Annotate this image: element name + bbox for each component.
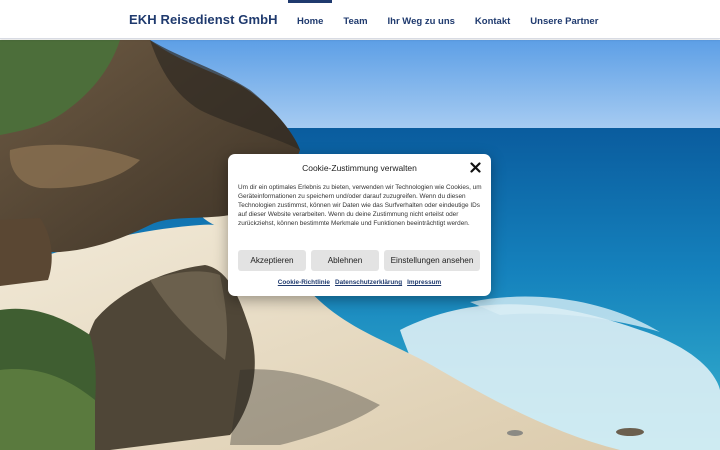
dialog-links: Cookie-Richtlinie Datenschutzerklärung I… [228,279,491,286]
dialog-title: Cookie-Zustimmung verwalten [302,163,417,173]
deny-button[interactable]: Ablehnen [311,250,379,271]
privacy-policy-link[interactable]: Datenschutzerklärung [335,279,402,286]
close-icon[interactable] [470,162,481,173]
dialog-button-row: Akzeptieren Ablehnen Einstellungen anseh… [238,250,480,271]
dialog-body-text: Um dir ein optimales Erlebnis zu bieten,… [238,184,482,227]
nav-item-partners[interactable]: Unsere Partner [521,0,607,39]
nav-item-contact[interactable]: Kontakt [466,0,519,39]
main-nav: Home Team Ihr Weg zu uns Kontakt Unsere … [288,0,607,39]
nav-item-directions[interactable]: Ihr Weg zu uns [379,0,464,39]
nav-item-team[interactable]: Team [334,0,376,39]
cookie-consent-dialog: Cookie-Zustimmung verwalten Um dir ein o… [228,154,491,296]
nav-item-home[interactable]: Home [288,0,333,39]
cookie-policy-link[interactable]: Cookie-Richtlinie [278,279,330,286]
imprint-link[interactable]: Impressum [407,279,441,286]
accept-button[interactable]: Akzeptieren [238,250,306,271]
view-settings-button[interactable]: Einstellungen ansehen [384,250,480,271]
site-header: EKH Reisedienst GmbH Home Team Ihr Weg z… [0,0,720,39]
site-brand[interactable]: EKH Reisedienst GmbH [129,12,278,27]
